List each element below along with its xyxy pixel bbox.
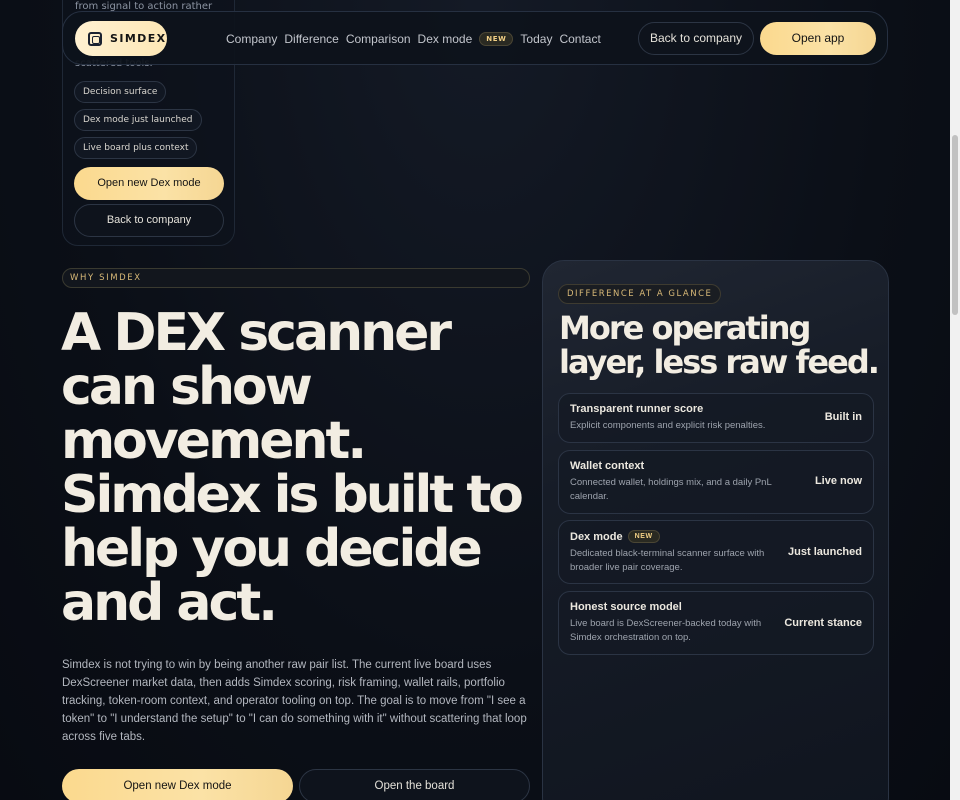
hero-open-dex-mode-button[interactable]: Open new Dex mode: [62, 769, 293, 800]
difference-panel: DIFFERENCE AT A GLANCE More operating la…: [542, 260, 889, 800]
row-description: Dedicated black-terminal scanner surface…: [570, 548, 765, 573]
row-title-text: Honest source model: [570, 601, 682, 613]
row-title: Honest source model: [570, 601, 682, 613]
row-title: Wallet context: [570, 460, 644, 472]
open-board-button[interactable]: Open the board: [299, 769, 530, 800]
top-nav: SIMDEX Company Difference Comparison Dex…: [62, 11, 888, 65]
difference-row: Honest source model Live board is DexScr…: [558, 591, 874, 655]
row-title: Transparent runner score: [570, 403, 703, 415]
logo[interactable]: SIMDEX: [75, 21, 167, 56]
panel-title: More operating layer, less raw feed.: [559, 309, 880, 381]
chip-live-board: Live board plus context: [74, 137, 198, 159]
panel-eyebrow: DIFFERENCE AT A GLANCE: [558, 284, 722, 304]
new-badge: NEW: [479, 32, 514, 46]
row-title-text: Transparent runner score: [570, 403, 704, 415]
row-title: Dex mode NEW: [570, 530, 660, 543]
row-status: Built in: [824, 411, 862, 423]
why-simdex-eyebrow: WHY SIMDEX: [62, 268, 530, 288]
row-description: Connected wallet, holdings mix, and a da…: [570, 477, 772, 502]
row-description: Explicit components and explicit risk pe…: [570, 420, 766, 431]
nav-link-today[interactable]: Today: [520, 32, 552, 46]
logo-icon: [88, 31, 102, 46]
difference-row: Wallet context Connected wallet, holding…: [558, 450, 874, 514]
row-status: Live now: [814, 475, 862, 487]
chip-decision-surface: Decision surface: [74, 81, 167, 103]
difference-row: Transparent runner score Explicit compon…: [558, 393, 874, 443]
chip-dex-mode-launched: Dex mode just launched: [74, 109, 202, 131]
row-title-text: Wallet context: [570, 460, 645, 472]
scrollbar[interactable]: [950, 0, 960, 800]
hero-body: Simdex is not trying to win by being ano…: [62, 659, 527, 743]
scrollbar-thumb[interactable]: [952, 135, 958, 315]
open-dex-mode-button[interactable]: Open new Dex mode: [74, 167, 224, 200]
nav-link-difference[interactable]: Difference: [284, 32, 338, 46]
row-title-text: Dex mode: [570, 530, 623, 543]
nav-links: Company Difference Comparison Dex mode N…: [226, 12, 601, 66]
hero-headline: A DEX scanner can show movement. Simdex …: [61, 303, 524, 633]
nav-link-contact[interactable]: Contact: [559, 32, 600, 46]
new-badge: NEW: [627, 530, 660, 543]
nav-link-comparison[interactable]: Comparison: [346, 32, 411, 46]
row-status: Current stance: [784, 617, 862, 629]
back-to-company-button[interactable]: Back to company: [74, 204, 224, 237]
open-app-button[interactable]: Open app: [760, 22, 876, 55]
row-status: Just launched: [788, 546, 862, 558]
nav-back-to-company-button[interactable]: Back to company: [638, 22, 754, 55]
logo-text: SIMDEX: [110, 32, 167, 45]
nav-link-dex-mode[interactable]: Dex mode: [418, 32, 473, 46]
nav-link-company[interactable]: Company: [226, 32, 277, 46]
difference-row: Dex mode NEW Dedicated black-terminal sc…: [558, 520, 874, 584]
row-description: Live board is DexScreener-backed today w…: [570, 618, 762, 643]
